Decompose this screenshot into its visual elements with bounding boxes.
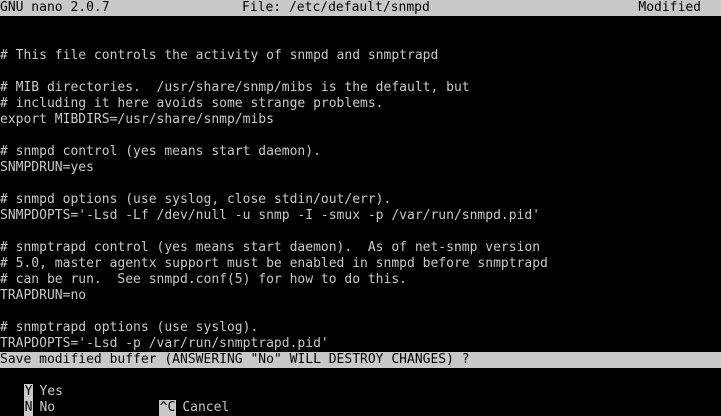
buffer-line[interactable]: # This file controls the activity of snm… xyxy=(0,48,721,64)
save-prompt: Save modified buffer (ANSWERING "No" WIL… xyxy=(0,352,721,368)
cancel-shortcut-key[interactable]: ^C xyxy=(158,400,177,416)
buffer-line[interactable] xyxy=(0,176,721,192)
buffer-line[interactable]: # snmptrapd options (use syslog). xyxy=(0,320,721,336)
no-shortcut-key[interactable]: N xyxy=(23,400,34,416)
buffer-line[interactable]: SNMPDRUN=yes xyxy=(0,160,721,176)
buffer-line[interactable]: export MIBDIRS=/usr/share/snmp/mibs xyxy=(0,112,721,128)
file-name: File: /etc/default/snmpd xyxy=(242,0,430,15)
buffer-line[interactable]: # snmpd options (use syslog, close stdin… xyxy=(0,192,721,208)
buffer-line[interactable] xyxy=(0,64,721,80)
editor-buffer[interactable]: # This file controls the activity of snm… xyxy=(0,32,721,352)
buffer-line[interactable] xyxy=(0,32,721,48)
buffer-line[interactable]: TRAPDOPTS='-Lsd -p /var/run/snmptrapd.pi… xyxy=(0,336,721,352)
buffer-line[interactable]: SNMPDOPTS='-Lsd -Lf /dev/null -u snmp -I… xyxy=(0,208,721,224)
modified-status: Modified xyxy=(638,0,701,15)
cancel-label: Cancel xyxy=(182,400,230,415)
buffer-line[interactable]: # snmptrapd control (yes means start dae… xyxy=(0,240,721,256)
cancel-option[interactable]: ^C Cancel xyxy=(143,384,229,416)
no-label: No xyxy=(39,400,56,415)
title-bar: GNU nano 2.0.7 File: /etc/default/snmpd … xyxy=(0,0,721,16)
buffer-line[interactable]: # 5.0, master agentx support must be ena… xyxy=(0,256,721,272)
buffer-line[interactable] xyxy=(0,304,721,320)
yes-option[interactable]: Y Yes xyxy=(8,368,63,400)
buffer-line[interactable] xyxy=(0,224,721,240)
buffer-line[interactable]: # MIB directories. /usr/share/snmp/mibs … xyxy=(0,80,721,96)
buffer-line[interactable] xyxy=(0,128,721,144)
buffer-line[interactable]: TRAPDRUN=no xyxy=(0,288,721,304)
buffer-line[interactable]: # snmpd control (yes means start daemon)… xyxy=(0,144,721,160)
app-version: GNU nano 2.0.7 xyxy=(0,0,110,15)
buffer-line[interactable]: # can be run. See snmpd.conf(5) for how … xyxy=(0,272,721,288)
no-option[interactable]: N No xyxy=(8,384,55,416)
buffer-line[interactable]: # including it here avoids some strange … xyxy=(0,96,721,112)
